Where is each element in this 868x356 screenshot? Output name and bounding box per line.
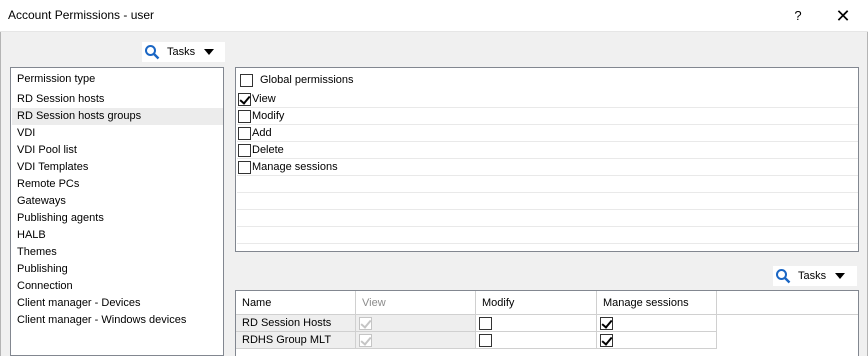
permission-type-item[interactable]: Themes xyxy=(12,244,223,261)
column-header-modify[interactable]: Modify xyxy=(476,291,597,315)
permission-type-item[interactable]: Client manager - Devices xyxy=(12,295,223,312)
grid-cell-modify[interactable] xyxy=(476,315,597,332)
column-header-manage-sessions[interactable]: Manage sessions xyxy=(597,291,717,315)
permission-type-item[interactable]: HALB xyxy=(12,227,223,244)
grid-manage-sessions-checkbox[interactable] xyxy=(600,334,613,347)
modify-checkbox[interactable] xyxy=(238,109,251,123)
tasks-menu-bottom[interactable]: Tasks xyxy=(773,266,857,286)
permission-label: Delete xyxy=(252,144,284,156)
add-checkbox[interactable] xyxy=(238,126,251,140)
permission-label: Add xyxy=(252,127,272,139)
permission-type-item[interactable]: Remote PCs xyxy=(12,176,223,193)
permission-type-item[interactable]: Gateways xyxy=(12,193,223,210)
grid-cell-manage-sessions[interactable] xyxy=(597,315,717,332)
tasks-label[interactable]: Tasks xyxy=(167,46,195,58)
permission-type-item-selected[interactable]: RD Session hosts groups xyxy=(12,108,223,125)
close-button[interactable]: ✕ xyxy=(826,3,860,29)
permission-type-item[interactable]: VDI xyxy=(12,125,223,142)
permission-row-modify[interactable]: Modify xyxy=(237,108,858,125)
permission-type-list: Permission type RD Session hosts RD Sess… xyxy=(10,67,224,356)
grid-cell-name[interactable]: RDHS Group MLT xyxy=(236,332,356,349)
grid-modify-checkbox[interactable] xyxy=(479,334,492,347)
empty-row xyxy=(237,193,858,210)
grid-cell-view xyxy=(356,332,476,349)
magnifier-icon[interactable] xyxy=(774,267,792,285)
help-button[interactable]: ? xyxy=(784,3,812,29)
empty-row xyxy=(237,210,858,227)
permission-row-manage-sessions[interactable]: Manage sessions xyxy=(237,159,858,176)
permission-label: View xyxy=(252,93,276,105)
triangle-down-icon[interactable] xyxy=(204,49,215,55)
grid-cell-manage-sessions[interactable] xyxy=(597,332,717,349)
global-permissions-label: Global permissions xyxy=(260,74,354,86)
permission-type-item[interactable]: Client manager - Windows devices xyxy=(12,312,223,329)
permission-type-item[interactable]: Publishing agents xyxy=(12,210,223,227)
window-title: Account Permissions - user xyxy=(8,8,155,22)
permission-row-view[interactable]: View xyxy=(237,91,858,108)
permission-type-item[interactable]: VDI Templates xyxy=(12,159,223,176)
permission-label: Manage sessions xyxy=(252,161,338,173)
tasks-label[interactable]: Tasks xyxy=(798,270,826,282)
triangle-down-icon[interactable] xyxy=(835,273,846,279)
grid-cell-view xyxy=(356,315,476,332)
permission-row-add[interactable]: Add xyxy=(237,125,858,142)
grid-cell-name[interactable]: RD Session Hosts xyxy=(236,315,356,332)
grid-modify-checkbox[interactable] xyxy=(479,317,492,330)
permission-row-delete[interactable]: Delete xyxy=(237,142,858,159)
permissions-grid: Name View Modify Manage sessions RD Sess… xyxy=(235,290,859,356)
grid-manage-sessions-checkbox[interactable] xyxy=(600,317,613,330)
permission-type-item[interactable]: VDI Pool list xyxy=(12,142,223,159)
magnifier-icon[interactable] xyxy=(143,43,161,61)
permission-type-item[interactable]: Connection xyxy=(12,278,223,295)
column-header-name[interactable]: Name xyxy=(236,291,356,315)
column-header-spacer xyxy=(717,291,858,315)
grid-cell-modify[interactable] xyxy=(476,332,597,349)
title-bar: Account Permissions - user ? ✕ xyxy=(0,0,868,32)
grid-view-checkbox xyxy=(359,334,372,347)
empty-row xyxy=(237,227,858,244)
view-checkbox[interactable] xyxy=(238,92,251,106)
permission-type-item[interactable]: RD Session hosts xyxy=(12,91,223,108)
global-permissions-checkbox[interactable] xyxy=(240,73,253,87)
delete-checkbox[interactable] xyxy=(238,143,251,157)
global-permissions[interactable]: Global permissions xyxy=(240,72,354,88)
permission-type-header: Permission type xyxy=(17,73,96,85)
manage-sessions-checkbox[interactable] xyxy=(238,160,251,174)
column-header-view[interactable]: View xyxy=(356,291,476,315)
grid-view-checkbox xyxy=(359,317,372,330)
permissions-panel: Global permissions View Modify Add Delet… xyxy=(235,67,859,252)
empty-row xyxy=(237,176,858,193)
permission-label: Modify xyxy=(252,110,285,122)
tasks-menu-top[interactable]: Tasks xyxy=(142,42,225,62)
permission-type-item[interactable]: Publishing xyxy=(12,261,223,278)
